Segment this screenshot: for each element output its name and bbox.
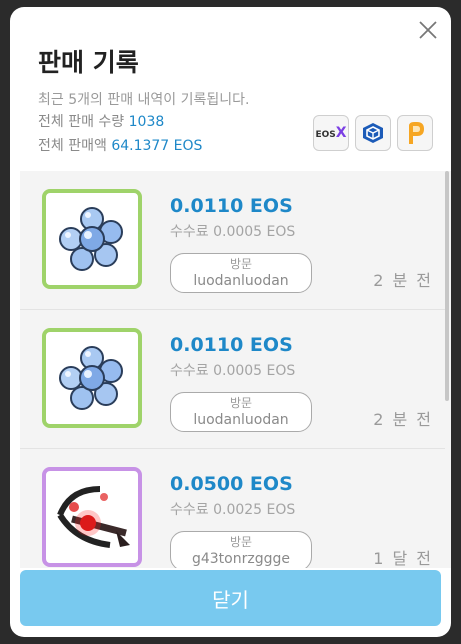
ice-crystal-icon bbox=[59, 346, 123, 410]
sales-record-row: 0.0110 EOS 수수료 0.0005 EOS 방문 luodanluoda… bbox=[20, 310, 445, 449]
sale-price: 0.0500 EOS bbox=[170, 473, 293, 495]
eosx-link[interactable]: EOSX bbox=[313, 115, 349, 151]
eosx-logo-icon: EOSX bbox=[315, 125, 346, 141]
sale-price: 0.0110 EOS bbox=[170, 195, 293, 217]
sales-record-row: 0.0500 EOS 수수료 0.0025 EOS 방문 g43tonrzggg… bbox=[20, 449, 445, 568]
total-sales-amount-label: 전체 판매액 bbox=[38, 138, 107, 154]
total-sales-count: 전체 판매 수량 1038 bbox=[38, 111, 164, 131]
eosflare-link[interactable] bbox=[397, 115, 433, 151]
close-icon[interactable] bbox=[417, 19, 439, 41]
visit-buyer-button[interactable]: 방문 g43tonrzggge bbox=[170, 531, 312, 568]
sale-fee: 수수료 0.0025 EOS bbox=[170, 502, 296, 518]
item-thumbnail[interactable] bbox=[42, 467, 142, 567]
eosx-logo-mark: X bbox=[335, 125, 347, 141]
sale-time: 2 분 전 bbox=[373, 410, 433, 429]
sale-time: 2 분 전 bbox=[373, 271, 433, 290]
visit-label: 방문 bbox=[229, 257, 253, 271]
visit-label: 방문 bbox=[229, 396, 253, 410]
crossbow-icon bbox=[57, 486, 130, 548]
sales-record-row: 0.0110 EOS 수수료 0.0005 EOS 방문 luodanluoda… bbox=[20, 171, 445, 310]
sale-fee: 수수료 0.0005 EOS bbox=[170, 363, 296, 379]
modal-subtitle: 최근 5개의 판매 내역이 기록됩니다. bbox=[38, 92, 250, 108]
list-scrollbar[interactable] bbox=[445, 171, 449, 401]
eosx-logo-text: EOS bbox=[315, 130, 336, 140]
bloks-link[interactable] bbox=[355, 115, 391, 151]
total-sales-amount-value: 64.1377 EOS bbox=[111, 138, 203, 154]
sale-time: 1 달 전 bbox=[373, 549, 433, 568]
modal-title: 판매 기록 bbox=[38, 48, 139, 77]
item-thumbnail[interactable] bbox=[42, 328, 142, 428]
total-sales-amount: 전체 판매액 64.1377 EOS bbox=[38, 135, 202, 155]
buyer-account: luodanluodan bbox=[193, 412, 289, 428]
visit-buyer-button[interactable]: 방문 luodanluodan bbox=[170, 253, 312, 293]
buyer-account: luodanluodan bbox=[193, 273, 289, 289]
visit-label: 방문 bbox=[229, 535, 253, 549]
explorer-links: EOSX bbox=[313, 115, 433, 151]
ice-crystal-icon bbox=[59, 207, 123, 271]
sales-history-modal: 판매 기록 최근 5개의 판매 내역이 기록됩니다. 전체 판매 수량 1038… bbox=[10, 7, 451, 637]
total-sales-count-label: 전체 판매 수량 bbox=[38, 114, 125, 130]
sale-price: 0.0110 EOS bbox=[170, 334, 293, 356]
flare-p-icon bbox=[409, 122, 424, 144]
visit-buyer-button[interactable]: 방문 luodanluodan bbox=[170, 392, 312, 432]
item-thumbnail[interactable] bbox=[42, 189, 142, 289]
sale-fee: 수수료 0.0005 EOS bbox=[170, 224, 296, 240]
sales-record-list[interactable]: 0.0110 EOS 수수료 0.0005 EOS 방문 luodanluoda… bbox=[20, 171, 451, 568]
buyer-account: g43tonrzggge bbox=[191, 551, 290, 567]
total-sales-count-value: 1038 bbox=[128, 114, 165, 130]
cube-icon bbox=[363, 123, 383, 143]
close-button[interactable]: 닫기 bbox=[20, 570, 441, 626]
